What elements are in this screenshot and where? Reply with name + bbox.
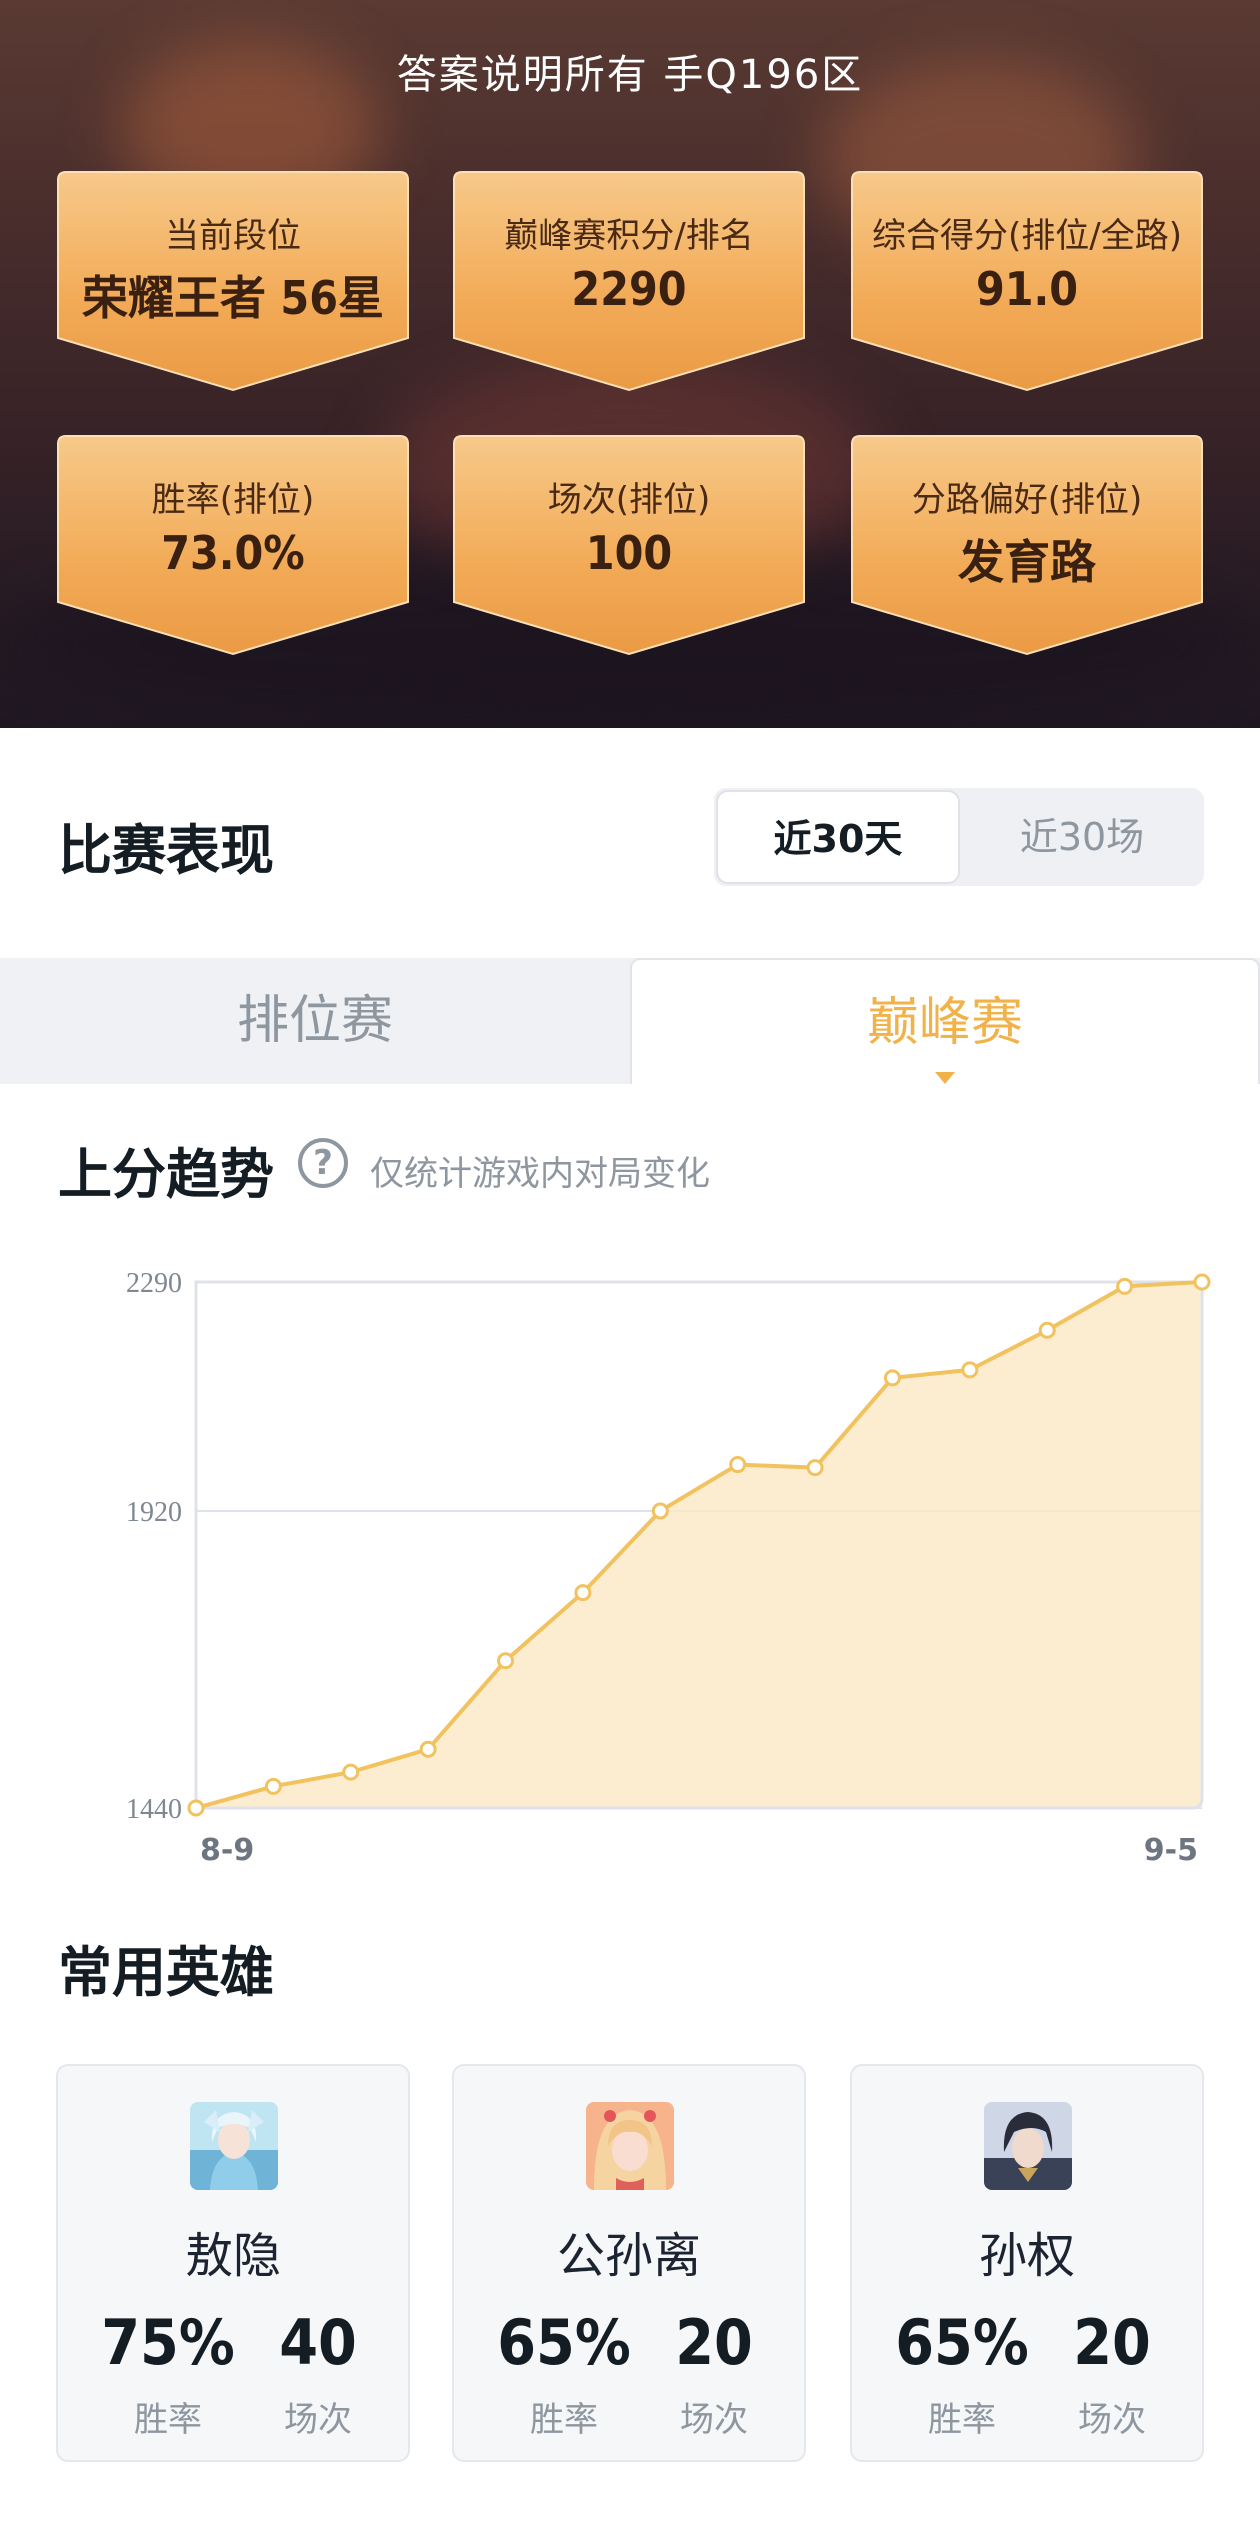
data-point: [651, 1502, 669, 1520]
stat-value: 荣耀王者 56星: [82, 271, 384, 325]
data-point: [574, 1584, 592, 1602]
data-point: [497, 1652, 515, 1670]
games-label: 场次: [680, 2400, 748, 2440]
y-tick-label: 2290: [126, 1268, 182, 1299]
tab-ranked[interactable]: 排位赛: [0, 958, 630, 1084]
stat-card-lane-preference: 分路偏好(排位) 发育路: [850, 434, 1204, 656]
data-point: [1116, 1277, 1134, 1295]
data-point: [961, 1361, 979, 1379]
hero-win-rate: 65%: [895, 2306, 1029, 2379]
data-point: [883, 1369, 901, 1387]
data-point: [1038, 1321, 1056, 1339]
profile-banner: 答案说明所有 手Q196区 当前段位 荣耀王者 56星 巅峰赛积分/排名 229…: [0, 0, 1260, 728]
data-point: [264, 1777, 282, 1795]
hero-games: 20: [1073, 2306, 1151, 2379]
hero-win-rate: 65%: [497, 2306, 631, 2379]
hero-card[interactable]: 公孙离 65% 20 胜率 场次: [452, 2064, 806, 2462]
heroes-title: 常用英雄: [58, 1941, 274, 2004]
stat-card-rank: 当前段位 荣耀王者 56星: [56, 170, 410, 392]
stat-value: 2290: [571, 262, 687, 316]
stat-label: 当前段位: [165, 216, 301, 256]
stat-card-overall-score: 综合得分(排位/全路) 91.0: [850, 170, 1204, 392]
hero-avatar: [984, 2102, 1072, 2190]
win-rate-label: 胜率: [134, 2400, 202, 2440]
performance-title: 比赛表现: [58, 819, 274, 882]
stat-value: 100: [585, 526, 673, 580]
y-tick-label: 1440: [126, 1794, 182, 1825]
data-point: [342, 1763, 360, 1781]
hero-avatar: [190, 2102, 278, 2190]
stat-card-games: 场次(排位) 100: [452, 434, 806, 656]
hero-win-rate: 75%: [101, 2306, 235, 2379]
stat-label: 场次(排位): [547, 480, 711, 520]
segment-last-30-days[interactable]: 近30天: [716, 790, 960, 884]
data-point: [187, 1799, 205, 1817]
data-point: [806, 1459, 824, 1477]
hero-avatar: [586, 2102, 674, 2190]
y-tick-label: 1920: [126, 1497, 182, 1528]
x-tick-label: 9-5: [1144, 1833, 1198, 1868]
tab-peak[interactable]: 巅峰赛: [630, 958, 1260, 1084]
win-rate-label: 胜率: [530, 2400, 598, 2440]
account-title: 答案说明所有 手Q196区: [396, 52, 864, 98]
games-label: 场次: [1078, 2400, 1146, 2440]
games-label: 场次: [284, 2400, 352, 2440]
stat-label: 综合得分(排位/全路): [872, 216, 1182, 256]
data-point: [419, 1740, 437, 1758]
segment-last-30-games[interactable]: 近30场: [960, 788, 1204, 886]
score-trend-chart: 1440 1920 2290 8-9 9-5: [126, 1268, 1211, 1868]
trend-title: 上分趋势: [58, 1143, 274, 1206]
hero-name: 公孙离: [556, 2228, 701, 2284]
mode-tabs: 排位赛 巅峰赛: [0, 958, 1260, 1084]
hero-card[interactable]: 孙权 65% 20 胜率 场次: [850, 2064, 1204, 2462]
question-circle-icon[interactable]: ?: [298, 1138, 348, 1188]
hero-name: 孙权: [978, 2228, 1075, 2284]
hero-games: 40: [279, 2306, 357, 2379]
stat-label: 胜率(排位): [151, 480, 315, 520]
win-rate-label: 胜率: [928, 2400, 996, 2440]
trend-note: 仅统计游戏内对局变化: [370, 1154, 710, 1194]
data-point: [729, 1456, 747, 1474]
stat-label: 分路偏好(排位): [911, 480, 1143, 520]
hero-card[interactable]: 敖隐 75% 40 胜率 场次: [56, 2064, 410, 2462]
hero-name: 敖隐: [184, 2228, 281, 2284]
stat-card-peak-score: 巅峰赛积分/排名 2290: [452, 170, 806, 392]
stat-label: 巅峰赛积分/排名: [504, 216, 754, 256]
x-tick-label: 8-9: [200, 1833, 254, 1868]
stat-value: 91.0: [975, 262, 1079, 316]
stat-value: 73.0%: [161, 526, 305, 580]
trend-area-fill: [196, 1282, 1202, 1808]
hero-games: 20: [675, 2306, 753, 2379]
stat-card-win-rate: 胜率(排位) 73.0%: [56, 434, 410, 656]
period-segmented-control: 近30天 近30场: [714, 788, 1204, 886]
data-point: [1193, 1273, 1211, 1291]
stat-value: 发育路: [958, 535, 1096, 589]
active-tab-indicator: [935, 1072, 955, 1084]
